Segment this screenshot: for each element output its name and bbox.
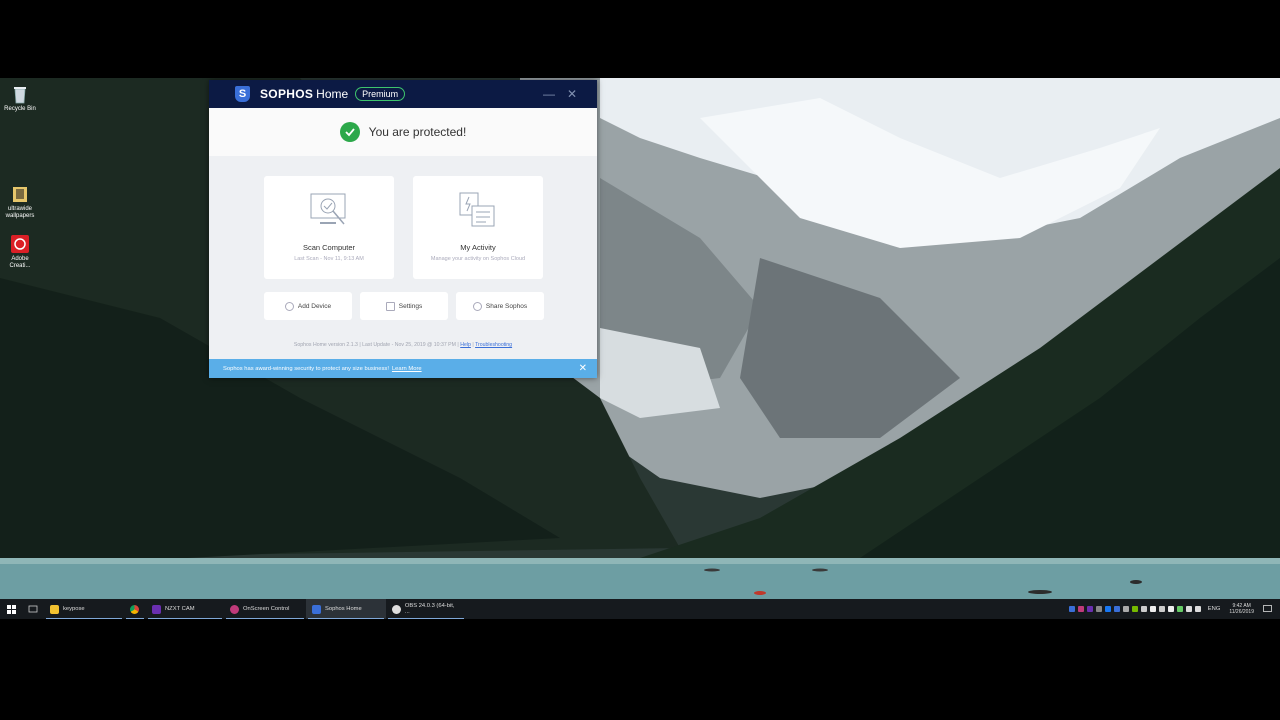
sophos-home-window: S SOPHOS Home Premium — ✕ You are protec…: [209, 80, 597, 378]
obs-icon: [392, 604, 401, 614]
tray-app-icon[interactable]: [1113, 606, 1120, 612]
promo-text: Sophos has award-winning security to pro…: [223, 365, 389, 372]
notification-icon[interactable]: [1263, 605, 1272, 613]
network-icon[interactable]: [1185, 606, 1192, 612]
language-indicator[interactable]: ENG: [1208, 606, 1221, 612]
promo-close-icon[interactable]: ✕: [579, 363, 587, 374]
letterbox-top: [0, 0, 1280, 78]
desktop: Recycle Bin ultrawide wallpapers Adobe C…: [0, 78, 1280, 599]
chrome-icon: [130, 604, 139, 614]
taskbar-app-label: OnScreen Control: [243, 606, 290, 612]
scan-computer-card[interactable]: Scan Computer Last Scan - Nov 11, 9:13 A…: [264, 176, 394, 279]
sophos-logo-icon: S: [235, 86, 250, 102]
task-view-button[interactable]: [22, 599, 44, 619]
clock-date: 11/26/2019: [1229, 609, 1254, 615]
desktop-icon-label: Recycle Bin: [4, 106, 36, 112]
system-tray: ENG 9:42 AM 11/26/2019: [1068, 599, 1280, 619]
letterbox-bottom: [0, 619, 1280, 720]
status-text: You are protected!: [368, 125, 467, 139]
desktop-icon-recycle-bin[interactable]: Recycle Bin: [0, 84, 40, 113]
sophos-icon: [312, 604, 321, 614]
folder-icon: [13, 187, 27, 202]
tray-app-icon[interactable]: [1140, 606, 1147, 612]
recycle-bin-icon: [14, 87, 26, 104]
nzxt-cam-icon: [152, 604, 161, 614]
tray-app-icon[interactable]: [1149, 606, 1156, 612]
battery-icon[interactable]: [1176, 606, 1183, 612]
minimize-icon[interactable]: —: [543, 87, 555, 101]
windows-icon: [6, 604, 16, 614]
adobe-creative-cloud-icon: [11, 235, 29, 253]
tray-app-icon[interactable]: [1167, 606, 1174, 612]
share-sophos-button[interactable]: Share Sophos: [456, 292, 544, 320]
learn-more-link[interactable]: Learn More: [392, 366, 422, 372]
tray-app-icon[interactable]: [1104, 606, 1111, 612]
file-explorer-icon: [50, 604, 59, 614]
settings-icon: [385, 301, 395, 311]
my-activity-icon: [459, 192, 495, 227]
taskbar-app-label: OBS 24.0.3 (64-bit, ...: [404, 603, 455, 615]
add-device-button[interactable]: Add Device: [264, 292, 352, 320]
scan-computer-subtitle: Last Scan - Nov 11, 9:13 AM: [294, 256, 364, 262]
desktop-icon-label: ultrawide wallpapers: [5, 206, 35, 219]
tray-app-icon[interactable]: [1086, 606, 1093, 612]
volume-icon[interactable]: [1194, 606, 1201, 612]
taskbar-app-sophos-home[interactable]: Sophos Home: [306, 599, 386, 619]
close-icon[interactable]: ✕: [567, 87, 577, 101]
my-activity-title: My Activity: [460, 243, 496, 252]
promo-banner: Sophos has award-winning security to pro…: [209, 359, 597, 378]
settings-label: Settings: [398, 302, 423, 310]
premium-badge: Premium: [355, 87, 406, 101]
share-icon: [472, 301, 482, 311]
sophos-titlebar[interactable]: S SOPHOS Home Premium — ✕: [209, 80, 597, 108]
taskbar-app-label: NZXT CAM: [165, 606, 195, 612]
tray-app-icon[interactable]: [1068, 606, 1075, 612]
tray-app-icon[interactable]: [1131, 606, 1138, 612]
taskbar-app-label: keypose: [63, 606, 85, 612]
taskbar: keypose NZXT CAM OnScreen Control Sophos…: [0, 599, 1280, 619]
taskbar-app-nzxt-cam[interactable]: NZXT CAM: [146, 599, 224, 619]
tray-app-icon[interactable]: [1077, 606, 1084, 612]
taskbar-app-chrome[interactable]: [124, 599, 146, 619]
brand-name: SOPHOS: [260, 87, 314, 101]
check-icon: [339, 122, 360, 142]
version-info: Sophos Home version 2.1.3 | Last Update …: [209, 342, 597, 348]
taskbar-app-keypose[interactable]: keypose: [44, 599, 124, 619]
version-text: Sophos Home version 2.1.3 | Last Update …: [293, 342, 459, 348]
task-view-icon: [28, 605, 38, 613]
clock[interactable]: 9:42 AM 11/26/2019: [1229, 603, 1254, 615]
taskbar-app-obs[interactable]: OBS 24.0.3 (64-bit, ...: [386, 599, 466, 619]
protection-status: You are protected!: [209, 108, 597, 156]
taskbar-app-label: Sophos Home: [325, 606, 362, 612]
help-link[interactable]: Help: [460, 342, 471, 348]
tray-app-icon[interactable]: [1122, 606, 1129, 612]
desktop-icon-ultrawide-wallpapers[interactable]: ultrawide wallpapers: [0, 184, 40, 220]
desktop-icon-label: Adobe Creati...: [9, 256, 31, 269]
settings-button[interactable]: Settings: [360, 292, 448, 320]
troubleshooting-link[interactable]: Troubleshooting: [475, 342, 512, 348]
footer-separator: |: [472, 342, 474, 348]
tray-app-icon[interactable]: [1158, 606, 1165, 612]
tray-app-icon[interactable]: [1095, 606, 1102, 612]
onscreen-control-icon: [230, 604, 239, 614]
add-icon: [284, 301, 294, 311]
my-activity-subtitle: Manage your activity on Sophos Cloud: [430, 256, 526, 262]
share-sophos-label: Share Sophos: [485, 302, 528, 310]
add-device-label: Add Device: [297, 302, 332, 310]
brand-sub: Home: [316, 87, 349, 101]
start-button[interactable]: [0, 599, 22, 619]
desktop-icon-adobe-creative-cloud[interactable]: Adobe Creati...: [0, 234, 40, 270]
desktop-wallpaper: [0, 78, 1280, 599]
scan-computer-icon: [310, 193, 346, 225]
scan-computer-title: Scan Computer: [302, 243, 356, 252]
taskbar-app-onscreen-control[interactable]: OnScreen Control: [224, 599, 306, 619]
my-activity-card[interactable]: My Activity Manage your activity on Soph…: [413, 176, 543, 279]
